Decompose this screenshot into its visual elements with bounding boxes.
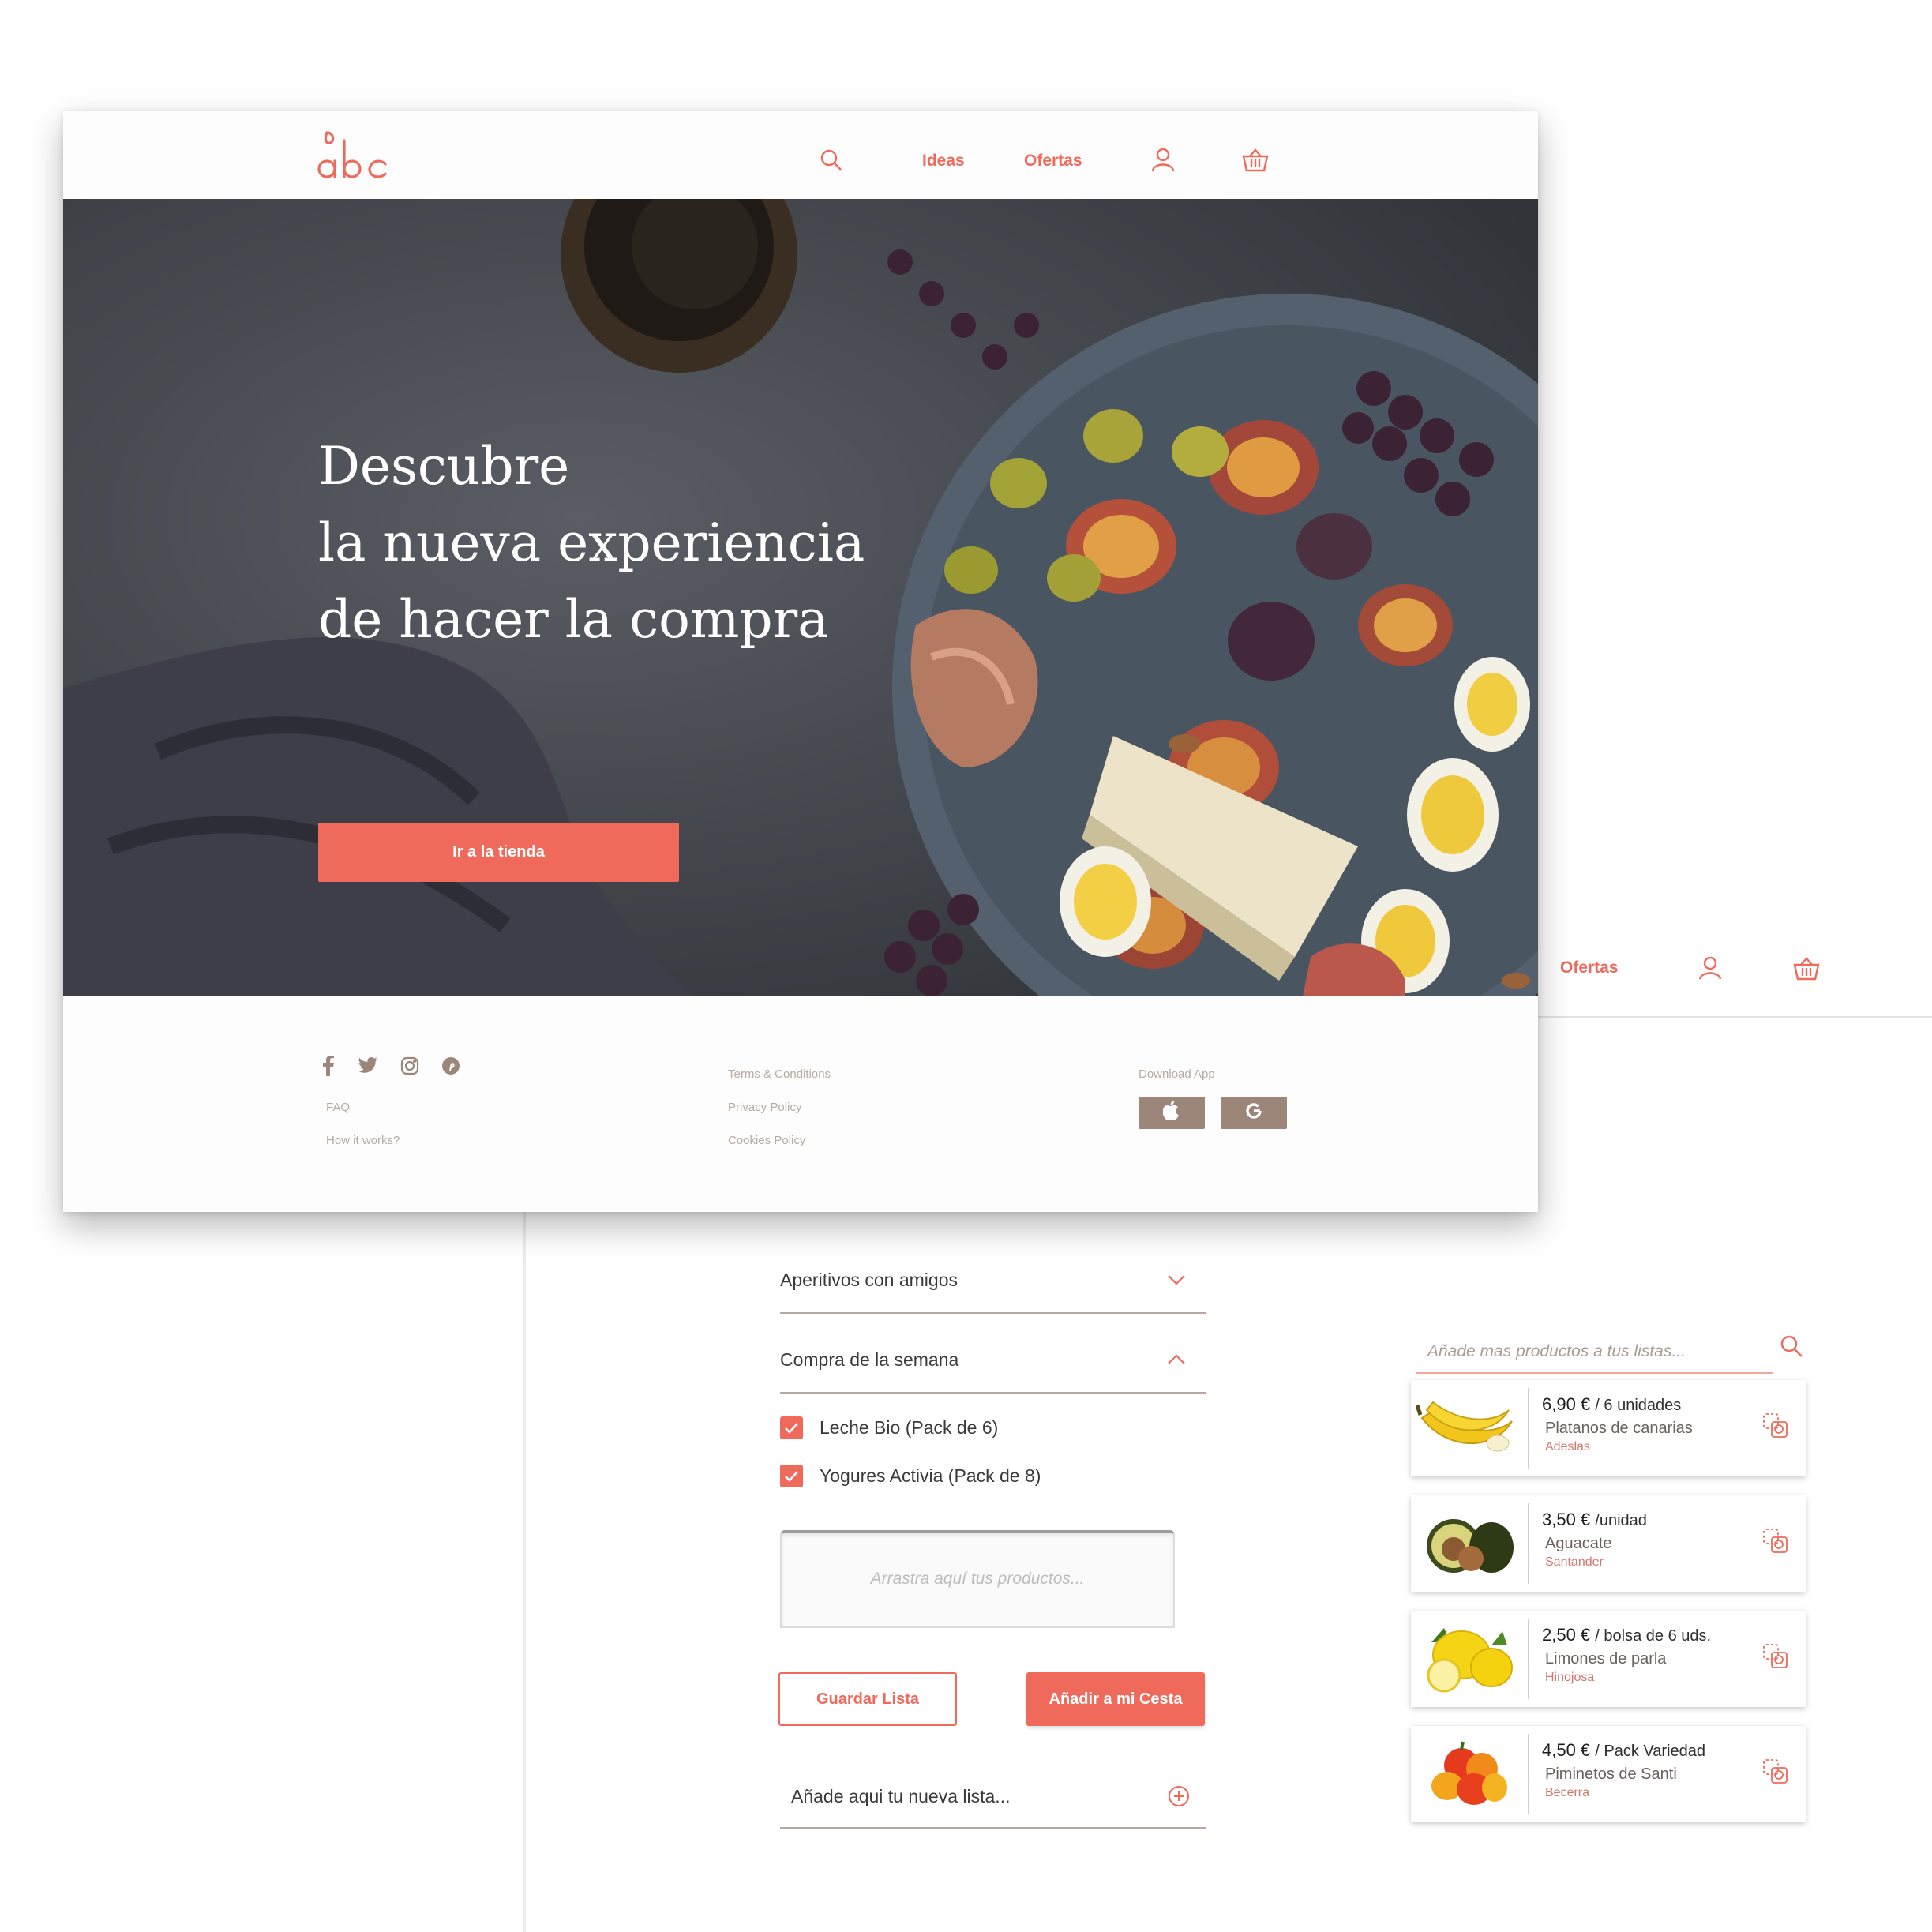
save-list-button[interactable]: Guardar Lista xyxy=(778,1672,957,1726)
instagram-icon[interactable] xyxy=(400,1056,419,1079)
go-to-store-button[interactable]: Ir a la tienda xyxy=(318,823,679,882)
product-card[interactable]: 3,50 € /unidad Aguacate Santander xyxy=(1411,1495,1806,1592)
list-accordion-label: Compra de la semana xyxy=(780,1349,959,1370)
product-price-line: 3,50 € /unidad xyxy=(1542,1510,1647,1530)
product-search[interactable]: Añade mas productos a tus listas... xyxy=(1416,1326,1803,1374)
product-price: 4,50 € xyxy=(1542,1740,1591,1760)
checkbox-checked[interactable] xyxy=(780,1465,803,1487)
product-name: Limones de parla xyxy=(1545,1650,1667,1668)
list-accordion-label: Aperitivos con amigos xyxy=(780,1270,958,1290)
twitter-icon[interactable] xyxy=(358,1057,377,1077)
product-origin: Hinojosa xyxy=(1545,1671,1595,1684)
product-search-placeholder: Añade mas productos a tus listas... xyxy=(1427,1342,1686,1360)
search-icon[interactable] xyxy=(820,148,843,176)
copy-to-list-icon[interactable] xyxy=(1761,1642,1790,1675)
list-accordion-aperitivos[interactable]: Aperitivos con amigos xyxy=(780,1263,1206,1314)
product-name: Piminetos de Santi xyxy=(1545,1765,1677,1783)
product-origin: Becerra xyxy=(1545,1786,1590,1799)
brand-logo[interactable] xyxy=(316,125,392,188)
card-divider xyxy=(1528,1734,1529,1814)
product-price: 3,50 € xyxy=(1542,1510,1591,1529)
nav-offers-link[interactable]: Ofertas xyxy=(1560,958,1619,977)
hero-banner: Descubre la nueva experiencia de hacer l… xyxy=(63,199,1538,996)
copy-to-list-icon[interactable] xyxy=(1761,1758,1790,1790)
product-price: 6,90 € xyxy=(1542,1394,1591,1414)
card-divider xyxy=(1528,1503,1529,1584)
product-unit: / Pack Variedad xyxy=(1595,1743,1706,1760)
card-divider xyxy=(1528,1619,1529,1699)
list-item[interactable]: Yogures Activia (Pack de 8) xyxy=(780,1461,1206,1493)
product-card[interactable]: 4,50 € / Pack Variedad Piminetos de Sant… xyxy=(1411,1726,1806,1822)
google-icon xyxy=(1244,1101,1263,1124)
home-footer: FAQ How it works? Terms & Conditions Pri… xyxy=(63,996,1538,1212)
download-app-label: Download App xyxy=(1139,1067,1215,1081)
hero-title-line: la nueva experiencia xyxy=(318,512,865,573)
user-icon[interactable] xyxy=(1698,955,1722,985)
list-item-label: Leche Bio (Pack de 6) xyxy=(820,1417,999,1438)
product-unit: / 6 unidades xyxy=(1595,1397,1682,1414)
footer-link-cookies[interactable]: Cookies Policy xyxy=(728,1134,805,1147)
nav-offers-link[interactable]: Ofertas xyxy=(1024,152,1082,171)
product-name: Platanos de canarias xyxy=(1545,1420,1693,1437)
new-list-input[interactable]: Añade aqui tu nueva lista... xyxy=(780,1776,1206,1829)
drop-zone-placeholder: Arrastra aquí tus productos... xyxy=(870,1570,1085,1588)
copy-to-list-icon[interactable] xyxy=(1761,1412,1790,1444)
product-name: Aguacate xyxy=(1545,1535,1612,1552)
product-card[interactable]: 2,50 € / bolsa de 6 uds. Limones de parl… xyxy=(1411,1611,1806,1707)
basket-icon[interactable] xyxy=(1793,957,1820,985)
product-drop-zone[interactable]: Arrastra aquí tus productos... xyxy=(780,1530,1175,1628)
chevron-up-icon[interactable] xyxy=(1167,1354,1186,1369)
home-page: Ideas Ofertas Descubre la nueva experien… xyxy=(63,111,1538,1212)
lemon-icon xyxy=(1416,1619,1520,1698)
footer-link-how-it-works[interactable]: How it works? xyxy=(326,1134,400,1147)
app-store-button[interactable] xyxy=(1139,1097,1205,1129)
card-divider xyxy=(1528,1388,1529,1469)
product-price-line: 4,50 € / Pack Variedad xyxy=(1542,1740,1705,1761)
product-search-input[interactable]: Añade mas productos a tus listas... xyxy=(1416,1326,1773,1374)
product-unit: /unidad xyxy=(1595,1512,1647,1529)
list-accordion-semana[interactable]: Compra de la semana xyxy=(780,1343,1206,1394)
hero-title-line: de hacer la compra xyxy=(318,589,829,650)
pepper-icon xyxy=(1416,1734,1520,1813)
product-card[interactable]: 6,90 € / 6 unidades Platanos de canarias… xyxy=(1411,1380,1806,1476)
banana-icon xyxy=(1415,1388,1520,1467)
facebook-icon[interactable] xyxy=(322,1056,335,1080)
product-origin: Adeslas xyxy=(1545,1440,1590,1454)
pinterest-icon[interactable] xyxy=(441,1056,460,1079)
basket-icon[interactable] xyxy=(1242,148,1269,176)
google-play-button[interactable] xyxy=(1221,1097,1287,1129)
user-icon[interactable] xyxy=(1151,147,1175,176)
hero-title-line: Descubre xyxy=(318,436,570,497)
hero-title: Descubre la nueva experiencia de hacer l… xyxy=(318,428,865,658)
list-item-label: Yogures Activia (Pack de 8) xyxy=(820,1465,1041,1486)
copy-to-list-icon[interactable] xyxy=(1761,1527,1790,1559)
product-unit: / bolsa de 6 uds. xyxy=(1595,1627,1712,1645)
product-price-line: 6,90 € / 6 unidades xyxy=(1542,1394,1681,1415)
product-price: 2,50 € xyxy=(1542,1625,1591,1645)
add-to-cart-button[interactable]: Añadir a mi Cesta xyxy=(1026,1672,1205,1726)
home-header: Ideas Ofertas xyxy=(63,111,1538,199)
footer-link-privacy[interactable]: Privacy Policy xyxy=(728,1101,801,1114)
search-icon[interactable] xyxy=(1780,1334,1803,1362)
avocado-icon xyxy=(1416,1503,1520,1582)
nav-ideas-link[interactable]: Ideas xyxy=(922,152,965,171)
footer-link-faq[interactable]: FAQ xyxy=(326,1101,350,1114)
checkbox-checked[interactable] xyxy=(780,1416,803,1439)
new-list-placeholder: Añade aqui tu nueva lista... xyxy=(791,1786,1011,1806)
list-item[interactable]: Leche Bio (Pack de 6) xyxy=(780,1413,1206,1445)
footer-link-terms[interactable]: Terms & Conditions xyxy=(728,1067,831,1081)
product-origin: Santander xyxy=(1545,1555,1604,1569)
chevron-down-icon[interactable] xyxy=(1167,1274,1186,1289)
product-price-line: 2,50 € / bolsa de 6 uds. xyxy=(1542,1625,1711,1645)
add-circle-icon[interactable] xyxy=(1167,1784,1191,1812)
apple-icon xyxy=(1162,1101,1180,1125)
